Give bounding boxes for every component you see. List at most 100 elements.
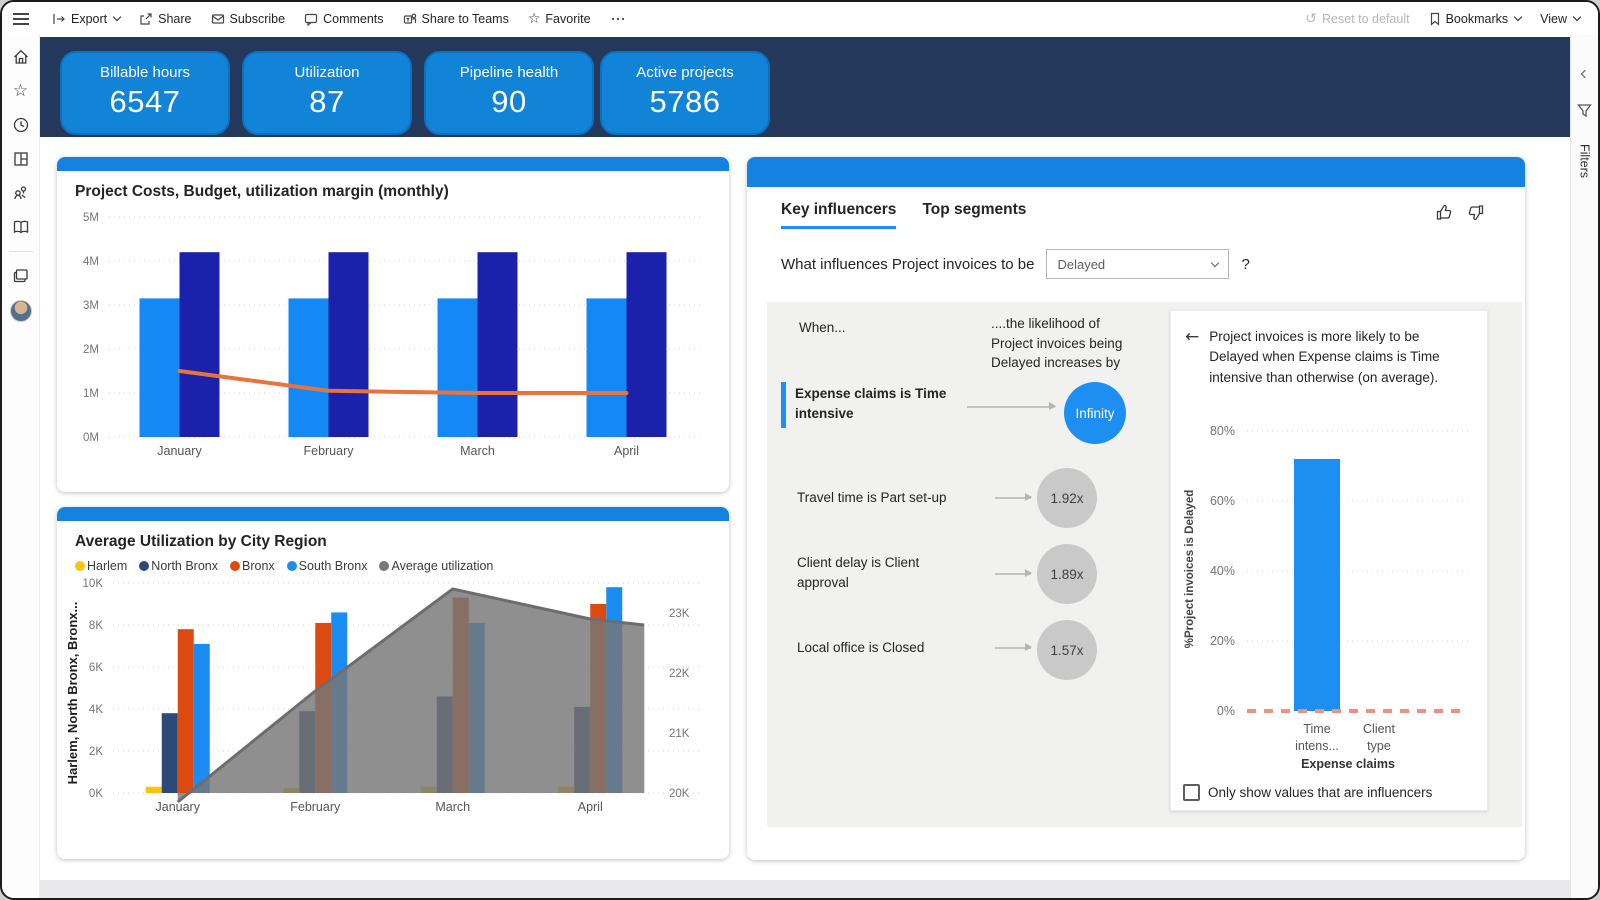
checkbox-icon[interactable] [1183,784,1200,801]
kpi-utilization[interactable]: Utilization 87 [242,51,412,135]
key-influencers-card[interactable]: Key influencers Top segments What influe… [747,157,1525,860]
kpi-banner: Billable hours 6547 Utilization 87 Pipel… [40,37,1574,137]
view-button[interactable]: View [1540,12,1582,26]
svg-text:8K: 8K [89,620,103,632]
recent-clock-icon[interactable] [11,115,31,135]
svg-text:April: April [578,800,603,814]
legend-dot-icon [139,561,150,571]
avg-utilization-chart-card[interactable]: Average Utilization by City Region Harle… [57,507,729,859]
thumbs-down-icon[interactable] [1466,203,1485,222]
influencers-panel: When... ....the likelihood of Project in… [767,302,1522,827]
apps-icon[interactable] [11,149,31,169]
influence-value-bubble[interactable]: 1.57x [1037,620,1097,680]
svg-text:0K: 0K [89,788,103,800]
influencer-row-client-delay[interactable]: Client delay is Client approval [797,553,962,592]
avg-utilization-chart[interactable]: 0K 2K 4K 6K 8K 10K 20K 21K 22K 23K Harlem, North B… [63,575,729,832]
kpi-active-projects[interactable]: Active projects 5786 [600,51,770,135]
legend-item[interactable]: Harlem [75,559,127,573]
influencer-row-local-office[interactable]: Local office is Closed [797,638,962,658]
svg-text:21K: 21K [669,728,690,740]
svg-text:January: January [157,444,202,458]
profile-avatar[interactable] [9,300,32,322]
favorite-button[interactable]: ☆ Favorite [528,12,591,26]
comment-icon [304,13,318,26]
svg-text:February: February [290,800,341,814]
question-suffix: ? [1241,255,1250,273]
kpi-label: Pipeline health [459,64,559,81]
svg-text:February: February [303,444,354,458]
svg-text:Expense claims: Expense claims [1301,757,1395,771]
svg-text:4M: 4M [83,256,99,268]
chevron-down-icon [1513,12,1523,22]
card-accent-strip [57,507,729,521]
legend-dot-icon [286,561,297,571]
influencer-row-expense-claims[interactable]: Expense claims is Time intensive [795,384,960,423]
comments-button[interactable]: Comments [304,12,384,26]
workspaces-icon[interactable] [11,266,31,286]
home-icon[interactable] [11,47,31,67]
svg-text:Timeintens...: Time intens... [1295,722,1339,753]
chart-title: Project Costs, Budget, utilization margi… [75,183,449,200]
reset-to-default-button[interactable]: ↺ Reset to default [1305,12,1409,26]
influence-value-bubble[interactable]: 1.89x [1037,544,1097,604]
bookmarks-button[interactable]: Bookmarks [1429,12,1523,26]
export-button[interactable]: Export [52,12,122,26]
influencer-explanation: Project invoices is more likely to be De… [1209,329,1440,385]
tab-key-influencers[interactable]: Key influencers [781,201,897,229]
top-toolbar: Export Share Subscribe Comments Share to… [2,2,1598,35]
subscribe-button[interactable]: Subscribe [211,12,285,26]
left-nav-sidebar: ☆ [2,35,40,898]
chevron-down-icon [112,12,122,22]
more-options-button[interactable] [610,12,626,26]
influencer-detail-chart[interactable]: 0% 20% 40% 60% 80% %Project invoices is Delay… [1177,399,1481,776]
thumbs-up-icon[interactable] [1435,203,1454,222]
reset-icon: ↺ [1305,10,1318,27]
sidebar-divider [8,251,33,252]
legend-item[interactable]: Average utilization [379,559,493,573]
influencer-row-travel-time[interactable]: Travel time is Part set-up [797,488,962,508]
feedback-icons [1435,203,1485,222]
influence-value-bubble[interactable]: 1.92x [1037,468,1097,528]
legend-item[interactable]: North Bronx [139,559,218,573]
share-button[interactable]: Share [139,12,192,26]
expand-filters-chevron-icon[interactable] [1580,69,1589,79]
kpi-value: 5786 [649,84,721,119]
filter-funnel-icon[interactable] [1577,103,1592,118]
tab-top-segments[interactable]: Top segments [922,201,1026,229]
project-costs-chart[interactable]: 0M 1M 2M 3M 4M 5M January February March April [63,205,729,468]
legend-dot-icon [379,561,390,571]
app-window: Export Share Subscribe Comments Share to… [0,0,1600,900]
svg-text:March: March [460,444,495,458]
favorites-star-icon[interactable]: ☆ [11,81,31,101]
project-costs-chart-card[interactable]: Project Costs, Budget, utilization margi… [57,157,729,492]
chart-title: Average Utilization by City Region [75,533,327,550]
influence-value-bubble[interactable]: Infinity [1064,382,1126,444]
legend-label: Bronx [242,559,275,573]
learn-book-icon[interactable] [11,217,31,237]
legend-dot-icon [75,561,85,571]
goals-people-icon[interactable] [11,183,31,203]
chart-legend[interactable]: Harlem North Bronx Bronx South Bronx Average… [75,559,729,573]
back-arrow-icon[interactable]: ← [1185,327,1199,388]
export-icon [53,13,65,24]
svg-text:80%: 80% [1210,424,1235,438]
kpi-billable-hours[interactable]: Billable hours 6547 [60,51,230,135]
share-to-teams-button[interactable]: Share to Teams [403,12,509,26]
filters-pane-label[interactable]: Filters [1578,144,1592,178]
arrow-right-icon [995,494,1032,500]
card-accent-strip [747,157,1525,187]
only-influencers-checkbox-row[interactable]: Only show values that are influencers [1183,784,1432,801]
menu-hamburger-icon[interactable] [13,10,29,28]
metric-dropdown[interactable]: Delayed [1046,249,1230,279]
chevron-down-icon [1572,12,1582,22]
checkbox-label: Only show values that are influencers [1208,785,1433,800]
svg-text:Harlem, North Bronx, Bronx...: Harlem, North Bronx, Bronx... [65,602,80,785]
arrow-right-icon [995,644,1032,650]
svg-text:1M: 1M [83,388,99,400]
kpi-pipeline-health[interactable]: Pipeline health 90 [424,51,594,135]
legend-item[interactable]: South Bronx [286,559,367,573]
legend-item[interactable]: Bronx [230,559,275,573]
svg-text:5M: 5M [83,212,99,224]
svg-text:40%: 40% [1210,564,1235,578]
svg-text:20K: 20K [669,788,690,800]
